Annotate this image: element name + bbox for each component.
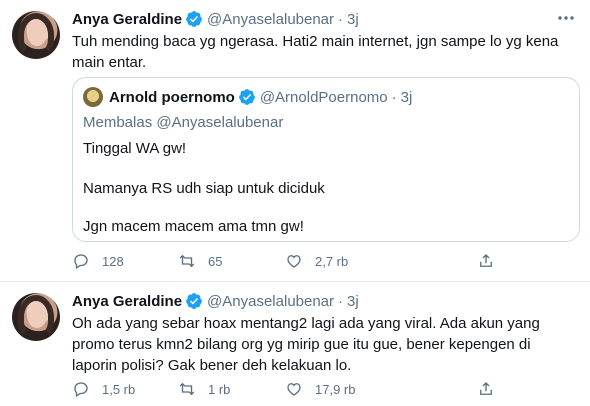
- timestamp[interactable]: 3j: [347, 11, 359, 28]
- quote-author-handle: @ArnoldPoernomo: [259, 88, 388, 106]
- like-button[interactable]: 17,9 rb: [285, 380, 355, 398]
- retweet-button[interactable]: 1 rb: [178, 380, 230, 398]
- quote-author-name: Arnold poernomo: [109, 88, 235, 106]
- quote-text-line: Namanya RS udh siap untuk diciduk: [83, 180, 325, 197]
- author-handle[interactable]: @Anyaselalubenar: [207, 11, 334, 28]
- share-icon: [480, 254, 492, 267]
- more-options-icon[interactable]: [554, 8, 578, 28]
- author-avatar[interactable]: [12, 11, 60, 59]
- quote-reply-to: Membalas @Anyaselalubenar: [83, 114, 284, 131]
- author-avatar[interactable]: [12, 293, 60, 341]
- reply-icon: [74, 254, 88, 269]
- quoted-tweet[interactable]: Arnold poernomo @ArnoldPoernomo · 3j Mem…: [72, 77, 580, 242]
- retweet-button[interactable]: 65: [178, 252, 222, 270]
- author-name[interactable]: Anya Geraldine: [72, 11, 182, 28]
- quote-timestamp: 3j: [400, 88, 413, 106]
- like-count: 17,9 rb: [315, 381, 356, 397]
- verified-badge-icon: [186, 293, 202, 309]
- separator: ·: [391, 88, 397, 106]
- author-name[interactable]: Anya Geraldine: [72, 293, 182, 310]
- quote-text-line: Tinggal WA gw!: [83, 140, 187, 157]
- verified-badge-icon: [238, 89, 255, 105]
- reply-button[interactable]: 1,5 rb: [72, 380, 135, 398]
- tweet[interactable]: Anya Geraldine @Anyaselalubenar · 3j Tuh…: [0, 0, 590, 282]
- tweet-actions: 1,5 rb 1 rb 17,9 rb: [72, 380, 502, 400]
- separator: ·: [338, 10, 344, 28]
- retweet-icon: [179, 254, 195, 268]
- tweet-text: Tuh mending baca yg ngerasa. Hati2 main …: [72, 33, 559, 71]
- timestamp[interactable]: 3j: [347, 293, 359, 310]
- reply-button[interactable]: 128: [72, 252, 124, 270]
- share-button[interactable]: [477, 252, 507, 270]
- verified-badge-icon: [186, 11, 202, 27]
- share-icon: [480, 382, 492, 395]
- tweet-header: Anya Geraldine @Anyaselalubenar · 3j: [72, 292, 359, 310]
- quote-text-line: Jgn macem macem ama tmn gw!: [83, 218, 304, 235]
- reply-count: 128: [102, 253, 124, 269]
- tweet-header: Anya Geraldine @Anyaselalubenar · 3j: [72, 10, 359, 28]
- reply-icon: [74, 382, 88, 397]
- tweet-actions: 128 65 2,7 rb: [72, 252, 502, 272]
- retweet-icon: [179, 382, 195, 396]
- share-button[interactable]: [477, 380, 507, 398]
- like-button[interactable]: 2,7 rb: [285, 252, 348, 270]
- separator: ·: [338, 292, 344, 310]
- heart-icon: [287, 255, 301, 268]
- tweet[interactable]: Anya Geraldine @Anyaselalubenar · 3j Oh …: [0, 282, 590, 406]
- quote-header: Arnold poernomo @ArnoldPoernomo · 3j: [83, 87, 412, 107]
- retweet-count: 65: [208, 253, 223, 269]
- like-count: 2,7 rb: [315, 253, 349, 269]
- reply-count: 1,5 rb: [102, 381, 136, 397]
- heart-icon: [287, 383, 301, 396]
- tweet-text: Oh ada yang sebar hoax mentang2 lagi ada…: [72, 315, 540, 374]
- author-handle[interactable]: @Anyaselalubenar: [207, 293, 334, 310]
- retweet-count: 1 rb: [208, 381, 231, 397]
- quote-author-avatar: [83, 87, 103, 107]
